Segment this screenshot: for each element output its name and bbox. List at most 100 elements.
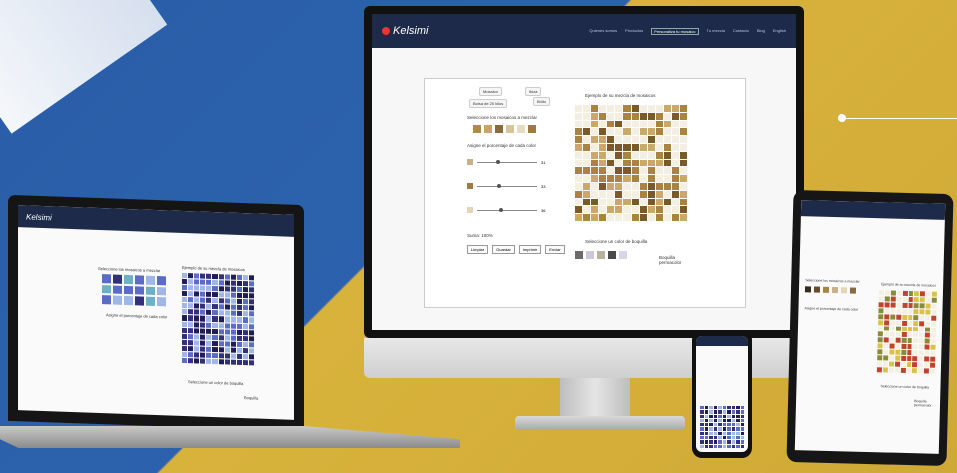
slider-track[interactable]	[477, 159, 537, 164]
bag-dropdown[interactable]: Bolsa de 20 kilos	[469, 99, 508, 108]
mosaic-tile	[671, 128, 679, 136]
nav-item[interactable]: Contacto	[733, 28, 749, 35]
product-dropdown[interactable]: Mosaico	[479, 87, 502, 96]
slider-thumb[interactable]	[495, 159, 500, 164]
slider-tile-swatch	[467, 207, 473, 213]
percentage-slider-row: 31	[467, 159, 545, 165]
mosaic-tile	[913, 302, 919, 309]
mosaic-tile	[912, 356, 918, 362]
mosaic-tile	[709, 414, 713, 418]
mosaic-tile	[218, 304, 224, 310]
mosaic-tile	[124, 285, 133, 295]
mosaic-tile	[224, 286, 230, 292]
nav-item[interactable]: Blog	[757, 28, 765, 35]
nav-item[interactable]: Quienes somos	[589, 28, 617, 35]
brand-logo[interactable]: Kelsimi	[382, 25, 428, 37]
mosaic-tile	[888, 361, 894, 367]
mosaic-tile	[663, 167, 671, 175]
mosaic-tile	[700, 418, 704, 423]
tile-swatch[interactable]	[528, 125, 536, 133]
tile-swatch[interactable]	[822, 286, 830, 293]
slider-thumb[interactable]	[496, 183, 501, 188]
mosaic-tile	[206, 334, 212, 340]
mosaic-tile	[722, 440, 726, 444]
mosaic-tile	[623, 105, 631, 112]
slider-track[interactable]	[477, 183, 537, 188]
slider-track[interactable]	[477, 207, 537, 212]
grout-title: Seleccione un color de boquilla	[585, 239, 648, 244]
mosaic-tile	[924, 350, 930, 356]
mosaic-tile	[212, 358, 218, 365]
tile-swatch[interactable]	[804, 286, 812, 293]
action-button[interactable]: Guardar	[492, 245, 515, 254]
mosaic-tile	[615, 190, 623, 198]
grout-swatch[interactable]	[619, 251, 627, 259]
finish-dropdown[interactable]: Brillo	[533, 97, 550, 106]
mosaic-tile	[218, 292, 224, 298]
tile-swatch-row	[473, 125, 536, 133]
grout-swatch[interactable]	[597, 251, 605, 259]
tile-swatch[interactable]	[849, 287, 857, 294]
mosaic-tile	[663, 128, 671, 136]
logo-icon	[382, 27, 390, 35]
tile-swatch[interactable]	[831, 286, 839, 294]
mosaic-tile	[718, 423, 722, 427]
mosaic-tile	[248, 275, 254, 281]
mosaic-tile	[236, 359, 242, 365]
mosaic-tile	[188, 358, 194, 364]
nav-item[interactable]: Tu mezcla	[707, 28, 725, 35]
tile-swatch[interactable]	[506, 125, 514, 133]
mosaic-tile	[607, 144, 615, 151]
tile-swatch[interactable]	[813, 286, 821, 293]
mosaic-tile	[896, 302, 902, 308]
mosaic-tile	[242, 323, 248, 329]
nav-item[interactable]: English	[773, 28, 786, 35]
collection-dropdown[interactable]: Ibiza	[525, 87, 542, 96]
mosaic-tile	[663, 144, 671, 151]
mosaic-tile	[623, 198, 631, 206]
tile-swatch[interactable]	[517, 125, 525, 133]
mosaic-tile	[607, 175, 615, 182]
tablet-mosaic-preview	[876, 290, 937, 374]
mosaic-tile	[655, 190, 663, 198]
mosaic-tile	[224, 353, 230, 359]
mosaic-tile	[722, 406, 726, 410]
mosaic-tile	[736, 436, 740, 440]
mosaic-tile	[236, 323, 242, 329]
tile-swatch[interactable]	[495, 125, 503, 133]
slider-thumb[interactable]	[498, 207, 503, 212]
tile-swatch[interactable]	[473, 125, 481, 133]
mosaic-tile	[599, 190, 607, 198]
mosaic-tile	[218, 298, 224, 304]
preview-title: Ejemplo de su mezcla de mosaicos	[585, 93, 656, 98]
mosaic-tile	[931, 291, 937, 297]
nav-item[interactable]: Personaliza tu mosaico	[651, 27, 699, 35]
mosaic-tile	[182, 357, 188, 364]
action-button[interactable]: Enviar	[545, 245, 565, 254]
mosaic-tile	[194, 303, 200, 309]
mosaic-tile	[718, 414, 722, 418]
action-button[interactable]: Limpiar	[467, 245, 489, 254]
mosaic-tile	[206, 304, 212, 310]
mosaic-tile	[912, 368, 918, 374]
grout-swatch[interactable]	[586, 251, 594, 259]
mosaic-tile	[731, 440, 735, 444]
mosaic-tile	[200, 340, 206, 346]
tile-swatch[interactable]	[484, 125, 492, 133]
tile-swatch[interactable]	[840, 287, 848, 294]
mosaic-tile	[230, 335, 236, 341]
mosaic-tile	[230, 329, 236, 335]
laptop-brand[interactable]: Kelsimi	[26, 212, 52, 222]
mosaic-tile	[224, 310, 230, 317]
grout-swatch[interactable]	[575, 251, 583, 259]
action-button[interactable]: Imprimir	[518, 245, 542, 254]
brand-name: Kelsimi	[393, 25, 429, 37]
mosaic-tile	[242, 293, 248, 299]
mosaic-tile	[924, 338, 930, 344]
mosaic-tile	[236, 274, 242, 281]
sum-label: Suma: 100%	[467, 233, 493, 238]
mosaic-tile	[895, 314, 901, 320]
mosaic-tile	[913, 320, 919, 326]
grout-swatch[interactable]	[608, 251, 616, 259]
nav-item[interactable]: Productos	[625, 28, 643, 35]
